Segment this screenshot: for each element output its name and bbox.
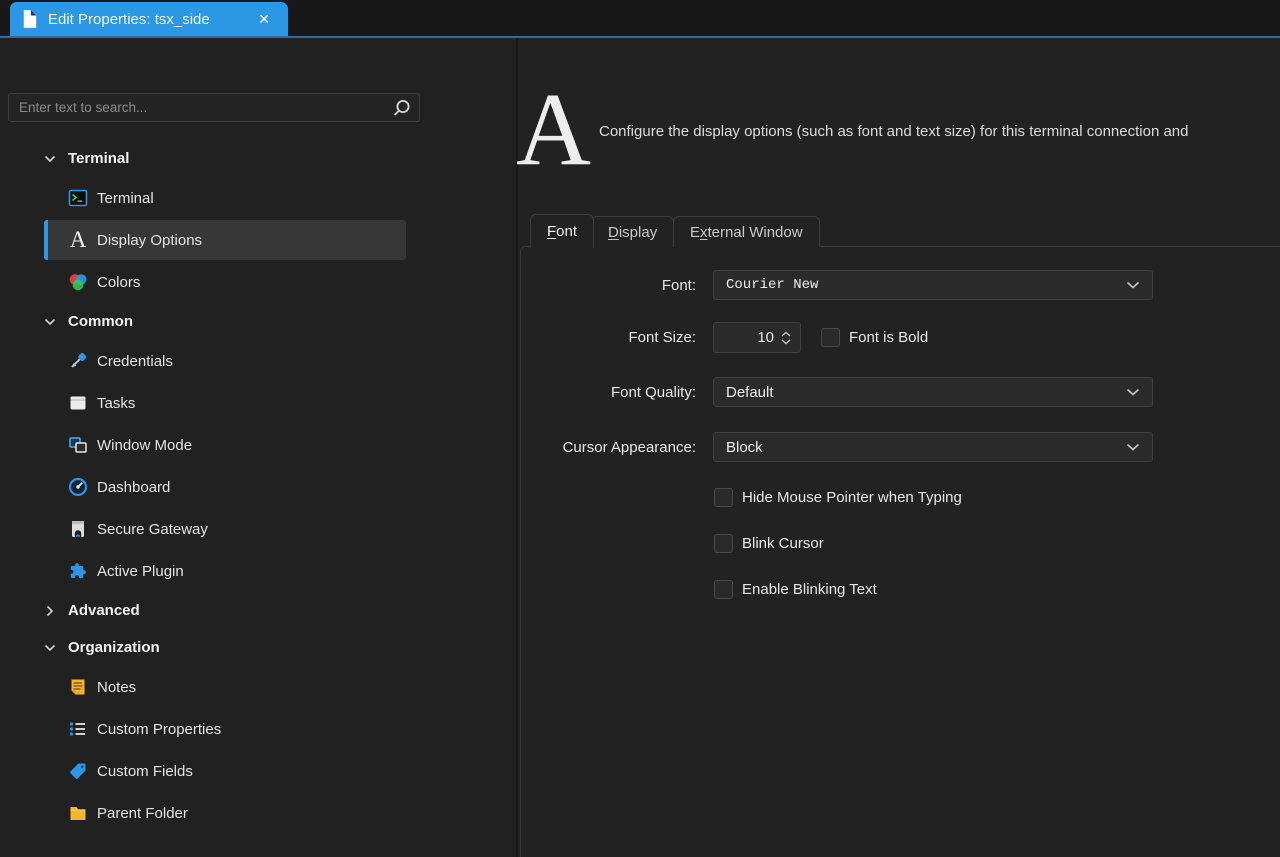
font-is-bold-checkbox[interactable]: [821, 328, 840, 347]
font-is-bold-label: Font is Bold: [849, 329, 929, 346]
chevron-down-icon: [44, 318, 56, 325]
chevron-down-icon: [44, 155, 56, 162]
tree-item-tasks[interactable]: Tasks: [0, 382, 514, 424]
tree-group-terminal[interactable]: Terminal: [0, 140, 514, 177]
chevron-down-icon: [1126, 281, 1140, 289]
tree-group-organization[interactable]: Organization: [0, 629, 514, 666]
sidebar-search: [8, 93, 420, 122]
hide-mouse-pointer-checkbox[interactable]: [714, 488, 733, 507]
tab-external-window[interactable]: External Window: [673, 216, 820, 247]
tree-item-label: Terminal: [97, 189, 154, 207]
tree-item-label: Colors: [97, 273, 141, 291]
tab-display[interactable]: Display: [591, 216, 675, 247]
font-dropdown[interactable]: Courier New: [713, 270, 1153, 300]
tree-item-terminal[interactable]: Terminal: [0, 177, 514, 219]
tree-item-custom-properties[interactable]: Custom Properties: [0, 708, 514, 750]
stepper-up-icon[interactable]: [781, 330, 791, 337]
blink-cursor-label: Blink Cursor: [742, 535, 824, 552]
key-icon: [71, 353, 87, 368]
tab-font[interactable]: Font: [530, 214, 595, 248]
colors-icon: [69, 274, 87, 291]
chevron-down-icon: [44, 644, 56, 651]
document-tab[interactable]: Edit Properties: tsx_side ✕: [10, 2, 288, 36]
cursor-appearance-label: Cursor Appearance:: [562, 439, 696, 456]
tree-item-display-options[interactable]: A Display Options: [0, 219, 514, 261]
stepper-down-icon[interactable]: [781, 338, 791, 345]
tab-title: Edit Properties: tsx_side: [48, 10, 210, 28]
enable-blinking-text-label: Enable Blinking Text: [742, 581, 877, 598]
tree-item-credentials[interactable]: Credentials: [0, 340, 514, 382]
edit-properties-window: Edit Properties: tsx_side ✕ Terminal: [0, 0, 1280, 857]
tree-item-label: Credentials: [97, 352, 173, 370]
font-size-stepper[interactable]: 10: [713, 322, 801, 353]
hide-mouse-pointer-row: Hide Mouse Pointer when Typing: [714, 488, 962, 507]
font-quality-dropdown[interactable]: Default: [713, 377, 1153, 407]
tree-item-label: Window Mode: [97, 436, 193, 454]
tree-group-label: Terminal: [68, 150, 130, 167]
cursor-appearance-value: Block: [726, 438, 763, 456]
search-icon[interactable]: [391, 98, 411, 118]
tree-item-label: Parent Folder: [97, 804, 188, 822]
font-value: Courier New: [726, 277, 819, 293]
cursor-appearance-dropdown[interactable]: Block: [713, 432, 1153, 462]
window-tab-bar: Edit Properties: tsx_side ✕: [0, 0, 1280, 38]
tree-item-label: Tasks: [97, 394, 136, 412]
notes-icon: [71, 679, 85, 695]
search-input[interactable]: [9, 100, 391, 115]
tree-item-label: Custom Properties: [97, 720, 222, 738]
document-icon: [23, 10, 37, 28]
font-size-label: Font Size:: [628, 329, 696, 346]
tree-group-advanced[interactable]: Advanced: [0, 592, 514, 629]
tag-icon: [70, 763, 86, 779]
tree-item-label: Custom Fields: [97, 762, 193, 780]
tree-group-common[interactable]: Common: [0, 303, 514, 340]
tree-item-custom-fields[interactable]: Custom Fields: [0, 750, 514, 792]
letter-a-icon: A: [69, 227, 87, 252]
list-icon: [69, 722, 85, 736]
font-quality-value: Default: [726, 383, 774, 401]
chevron-right-icon: [46, 605, 54, 616]
tree-item-secure-gateway[interactable]: Secure Gateway: [0, 508, 514, 550]
tree-group-label: Common: [68, 313, 133, 330]
tree-item-parent-folder[interactable]: Parent Folder: [0, 792, 514, 834]
tree-item-label: Active Plugin: [97, 562, 184, 580]
font-size-value: 10: [757, 329, 774, 346]
blink-cursor-row: Blink Cursor: [714, 534, 824, 553]
tree-item-label: Notes: [97, 678, 137, 696]
tree-item-label: Secure Gateway: [97, 520, 208, 538]
window-mode-icon: [69, 437, 87, 453]
terminal-icon: [68, 189, 88, 207]
tree-item-colors[interactable]: Colors: [0, 261, 514, 303]
tree-item-window-mode[interactable]: Window Mode: [0, 424, 514, 466]
chevron-down-icon: [1126, 388, 1140, 396]
tree-group-label: Organization: [68, 639, 160, 656]
tree-item-dashboard[interactable]: Dashboard: [0, 466, 514, 508]
close-icon[interactable]: ✕: [252, 9, 276, 30]
tree-item-label: Display Options: [97, 231, 203, 249]
puzzle-icon: [70, 563, 86, 578]
settings-tree: Terminal Terminal A Display Options Colo…: [0, 140, 514, 834]
enable-blinking-text-checkbox[interactable]: [714, 580, 733, 599]
blink-cursor-checkbox[interactable]: [714, 534, 733, 553]
tree-item-notes[interactable]: Notes: [0, 666, 514, 708]
tree-group-label: Advanced: [68, 602, 140, 619]
secure-gateway-icon: [72, 521, 84, 537]
tasks-icon: [70, 396, 86, 410]
chevron-down-icon: [1126, 443, 1140, 451]
folder-icon: [70, 807, 86, 820]
font-label: Font:: [661, 277, 696, 294]
font-quality-label: Font Quality:: [610, 384, 696, 401]
tree-item-label: Dashboard: [97, 478, 171, 496]
enable-blinking-text-row: Enable Blinking Text: [714, 580, 877, 599]
letter-a-icon: A: [516, 72, 592, 187]
settings-sidebar: Terminal Terminal A Display Options: [0, 38, 518, 857]
tree-item-active-plugin[interactable]: Active Plugin: [0, 550, 514, 592]
hide-mouse-pointer-label: Hide Mouse Pointer when Typing: [742, 489, 962, 506]
font-is-bold-row: Font is Bold: [821, 328, 928, 347]
display-options-panel: A Configure the display options (such as…: [516, 38, 1280, 857]
panel-description: Configure the display options (such as f…: [599, 123, 1189, 140]
dashboard-icon: [68, 477, 88, 497]
